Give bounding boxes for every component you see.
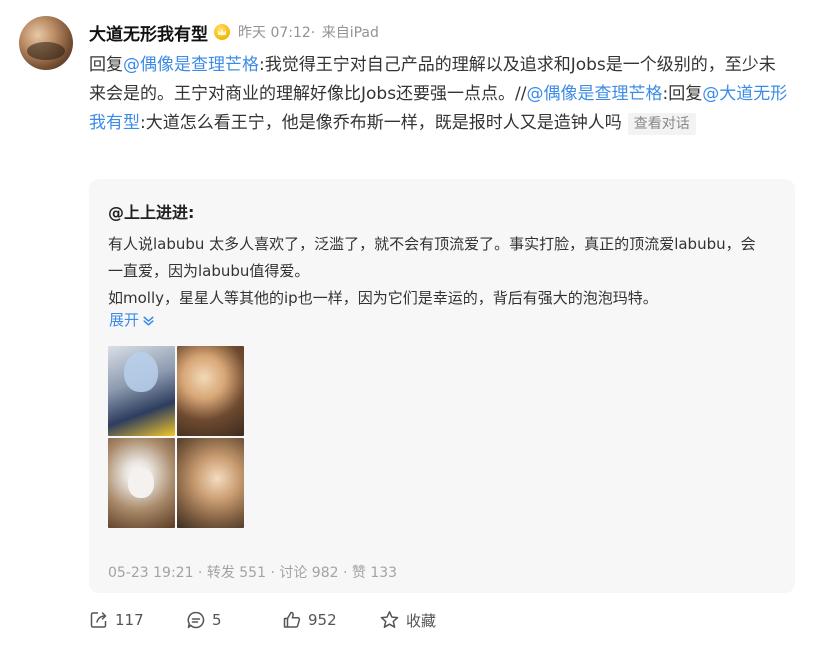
post-text: :大道怎么看王宁，他是像乔布斯一样，既是报时人又是造钟人吗: [140, 113, 622, 133]
like-icon: [283, 611, 301, 628]
chevron-down-icon: [143, 316, 154, 326]
image-thumbnail[interactable]: [177, 346, 244, 436]
post-body: 回复@偶像是查理芒格:我觉得王宁对自己产品的理解以及追求和Jobs是一个级别的，…: [89, 51, 789, 138]
quoted-footer: 05-23 19:21 · 转发 551 · 讨论 982 · 赞 133: [108, 565, 398, 581]
comment-button[interactable]: 5: [186, 610, 222, 630]
mention-link[interactable]: @偶像是查理芒格: [527, 84, 663, 104]
view-conversation-button[interactable]: 查看对话: [627, 113, 696, 135]
post-text: :回复: [662, 84, 703, 104]
favorite-button[interactable]: 收藏: [379, 610, 436, 631]
mention-link[interactable]: @偶像是查理芒格: [123, 55, 259, 75]
quoted-line: 如molly，星星人等其他的ip也一样，因为它们是幸运的，背后有强大的泡泡玛特。: [108, 289, 658, 307]
avatar[interactable]: [19, 16, 73, 70]
repost-icon: [90, 612, 107, 628]
quoted-post[interactable]: @上上进进: 有人说labubu 太多人喜欢了，泛滥了，就不会有顶流爱了。事实打…: [89, 179, 795, 593]
quoted-author: @上上进进:: [108, 199, 194, 223]
author-name[interactable]: 大道无形我有型: [89, 20, 208, 45]
image-grid: [108, 346, 244, 528]
meta-separator: ·: [310, 25, 316, 41]
image-thumbnail[interactable]: [108, 438, 175, 528]
post-header: 大道无形我有型 昨天 07:12· 来自iPad: [89, 20, 379, 45]
comment-icon: [187, 611, 205, 629]
post-time[interactable]: 昨天 07:12: [238, 25, 311, 41]
post-source: 来自iPad: [321, 25, 379, 41]
comment-count: 5: [212, 611, 222, 629]
vip-crown-icon[interactable]: [214, 24, 230, 40]
reply-prefix: 回复: [89, 55, 123, 75]
star-icon: [380, 611, 399, 628]
quoted-author-name[interactable]: @上上进进: [108, 203, 188, 222]
quoted-text: 有人说labubu 太多人喜欢了，泛滥了，就不会有顶流爱了。事实打脸，真正的顶流…: [108, 231, 768, 312]
post-meta: 昨天 07:12· 来自iPad: [238, 22, 379, 42]
image-thumbnail[interactable]: [177, 438, 244, 528]
expand-label: 展开: [109, 311, 140, 329]
image-thumbnail[interactable]: [108, 346, 175, 436]
repost-button[interactable]: 117: [89, 610, 144, 630]
favorite-label: 收藏: [406, 611, 437, 630]
like-button[interactable]: 952: [282, 610, 337, 630]
repost-count: 117: [115, 611, 144, 629]
like-count: 952: [308, 611, 337, 629]
expand-button[interactable]: 展开: [109, 309, 155, 330]
quoted-author-suffix: :: [188, 203, 195, 222]
quoted-line: 有人说labubu 太多人喜欢了，泛滥了，就不会有顶流爱了。事实打脸，真正的顶流…: [108, 235, 756, 280]
